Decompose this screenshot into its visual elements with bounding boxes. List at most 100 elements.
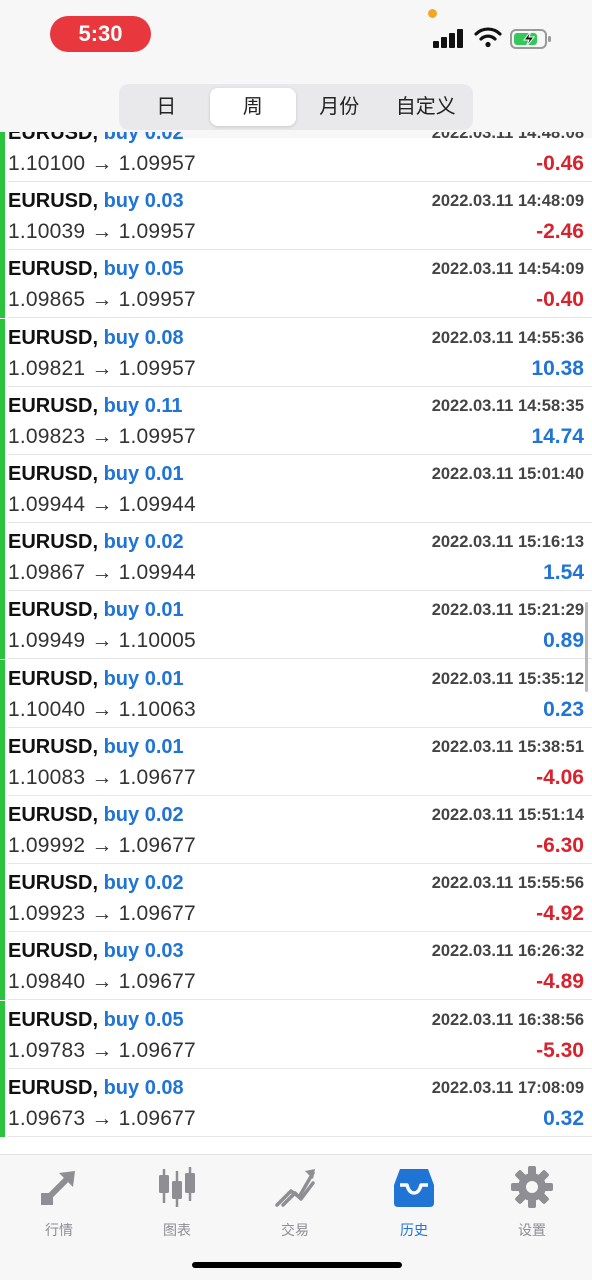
trade-row[interactable]: EURUSD, buy 0.01 2022.03.11 15:01:40 1.0… (0, 455, 592, 523)
trade-symbol-line: EURUSD, buy 0.01 (8, 599, 184, 622)
buy-indicator-bar (0, 659, 5, 728)
trade-row[interactable]: EURUSD, buy 0.02 2022.03.11 14:48:08 1.1… (0, 132, 592, 182)
period-selector-bar: 日 周 月份 自定义 (0, 78, 592, 138)
trade-row[interactable]: EURUSD, buy 0.05 2022.03.11 16:38:56 1.0… (0, 1000, 592, 1069)
trade-symbol-line: EURUSD, buy 0.01 (8, 668, 184, 691)
scrollbar[interactable] (585, 602, 588, 692)
trade-symbol: EURUSD, (8, 1008, 99, 1031)
trade-history-list[interactable]: EURUSD, buy 0.02 2022.03.11 14:48:08 1.1… (0, 132, 592, 1154)
trade-row[interactable]: EURUSD, buy 0.01 2022.03.11 15:38:51 1.1… (0, 727, 592, 796)
home-indicator (192, 1262, 402, 1268)
trade-row[interactable]: EURUSD, buy 0.02 2022.03.11 15:55:56 1.0… (0, 864, 592, 933)
trade-symbol: EURUSD, (8, 531, 99, 554)
trade-profit: 14.74 (531, 424, 584, 448)
trade-symbol-line: EURUSD, buy 0.02 (8, 872, 184, 895)
tab-settings-label: 设置 (518, 1222, 546, 1238)
trade-symbol-line: EURUSD, buy 0.05 (8, 1009, 184, 1032)
trade-symbol-line: EURUSD, buy 0.11 (8, 395, 183, 418)
trade-datetime: 2022.03.11 15:51:14 (431, 806, 584, 824)
tab-history[interactable]: 历史 (364, 1165, 464, 1240)
buy-indicator-bar (0, 455, 5, 523)
trade-side-volume: buy 0.02 (103, 531, 184, 554)
trade-symbol: EURUSD, (8, 190, 99, 213)
buy-indicator-bar (0, 932, 5, 1001)
trade-datetime: 2022.03.11 14:48:08 (431, 132, 584, 142)
status-time: 5:30 (50, 16, 151, 52)
trade-prices: 1.09673 → 1.09677 (8, 1106, 196, 1130)
segment-month[interactable]: 月份 (296, 88, 383, 126)
trade-row[interactable]: EURUSD, buy 0.03 2022.03.11 14:48:09 1.1… (0, 182, 592, 251)
trade-datetime: 2022.03.11 14:58:35 (431, 396, 584, 415)
trade-profit: -0.40 (536, 288, 584, 312)
trade-side-volume: buy 0.01 (103, 667, 184, 690)
trade-profit: 0.89 (543, 629, 584, 653)
tab-quotes[interactable]: 行情 (9, 1165, 109, 1240)
trade-prices: 1.10100 → 1.09957 (8, 152, 196, 175)
trade-row[interactable]: EURUSD, buy 0.08 2022.03.11 14:55:36 1.0… (0, 318, 592, 387)
buy-indicator-bar (0, 591, 5, 660)
trade-side-volume: buy 0.01 (103, 599, 184, 622)
trade-symbol-line: EURUSD, buy 0.05 (8, 258, 184, 281)
privacy-indicator-dot (428, 9, 437, 18)
trade-side-volume: buy 0.03 (103, 190, 184, 213)
history-inbox-icon (394, 1169, 434, 1207)
trade-symbol-line: EURUSD, buy 0.08 (8, 1077, 184, 1100)
trade-symbol: EURUSD, (8, 1076, 99, 1099)
trade-row[interactable]: EURUSD, buy 0.01 2022.03.11 15:21:29 1.0… (0, 591, 592, 660)
tab-settings[interactable]: 设置 (482, 1165, 582, 1240)
trade-side-volume: buy 0.08 (103, 326, 184, 349)
trade-prices: 1.09923 → 1.09677 (8, 902, 196, 926)
trade-row[interactable]: EURUSD, buy 0.02 2022.03.11 15:51:14 1.0… (0, 796, 592, 864)
trade-symbol-line: EURUSD, buy 0.02 (8, 804, 184, 827)
period-segmented-control: 日 周 月份 自定义 (119, 84, 473, 130)
cellular-signal-icon (433, 28, 465, 48)
trade-datetime: 2022.03.11 14:48:09 (431, 192, 584, 211)
trade-side-volume: buy 0.01 (103, 463, 184, 485)
trade-symbol: EURUSD, (8, 735, 99, 758)
trade-side-volume: buy 0.02 (103, 132, 184, 144)
trade-datetime: 2022.03.11 15:16:13 (431, 533, 584, 552)
buy-indicator-bar (0, 523, 5, 592)
trade-datetime: 2022.03.11 15:35:12 (431, 669, 584, 688)
trade-symbol-line: EURUSD, buy 0.01 (8, 736, 184, 759)
trade-profit: -4.06 (536, 765, 584, 789)
trade-prices: 1.09840 → 1.09677 (8, 970, 196, 994)
trade-symbol-line: EURUSD, buy 0.02 (8, 531, 184, 554)
tab-chart-label: 图表 (163, 1222, 191, 1238)
trade-symbol: EURUSD, (8, 599, 99, 622)
trade-prices: 1.09823 → 1.09957 (8, 424, 196, 448)
gear-icon (511, 1166, 553, 1208)
trade-profit: -0.46 (536, 152, 584, 175)
trade-datetime: 2022.03.11 15:38:51 (431, 737, 584, 756)
buy-indicator-bar (0, 250, 5, 319)
trade-profit: 10.38 (531, 356, 584, 380)
trade-side-volume: buy 0.01 (103, 735, 184, 758)
trade-side-volume: buy 0.05 (103, 1008, 184, 1031)
row-divider (8, 1135, 592, 1137)
trade-prices: 1.09867 → 1.09944 (8, 561, 196, 585)
tab-trade[interactable]: 交易 (245, 1165, 345, 1240)
trade-prices: 1.09783 → 1.09677 (8, 1038, 196, 1062)
trade-profit: 0.32 (543, 1106, 584, 1130)
segment-day[interactable]: 日 (123, 88, 210, 126)
trade-datetime: 2022.03.11 16:38:56 (431, 1010, 584, 1029)
trade-datetime: 2022.03.11 15:01:40 (431, 465, 584, 483)
trade-trend-icon (275, 1169, 315, 1207)
trade-symbol: EURUSD, (8, 804, 99, 826)
trade-row[interactable]: EURUSD, buy 0.05 2022.03.11 14:54:09 1.0… (0, 250, 592, 319)
trade-row[interactable]: EURUSD, buy 0.11 2022.03.11 14:58:35 1.0… (0, 386, 592, 455)
trade-datetime: 2022.03.11 14:54:09 (431, 260, 584, 279)
segment-custom[interactable]: 自定义 (383, 88, 470, 126)
trade-row[interactable]: EURUSD, buy 0.08 2022.03.11 17:08:09 1.0… (0, 1068, 592, 1137)
trade-row[interactable]: EURUSD, buy 0.01 2022.03.11 15:35:12 1.1… (0, 659, 592, 728)
trade-datetime: 2022.03.11 14:55:36 (431, 328, 584, 347)
trade-profit: -4.89 (536, 970, 584, 994)
trade-prices: 1.10039 → 1.09957 (8, 220, 196, 244)
trade-row[interactable]: EURUSD, buy 0.03 2022.03.11 16:26:32 1.0… (0, 932, 592, 1001)
tab-chart[interactable]: 图表 (127, 1165, 227, 1240)
trade-row[interactable]: EURUSD, buy 0.02 2022.03.11 15:16:13 1.0… (0, 523, 592, 592)
trade-prices: 1.09992 → 1.09677 (8, 834, 196, 857)
buy-indicator-bar (0, 864, 5, 933)
trade-symbol: EURUSD, (8, 394, 99, 417)
segment-week[interactable]: 周 (209, 88, 296, 126)
